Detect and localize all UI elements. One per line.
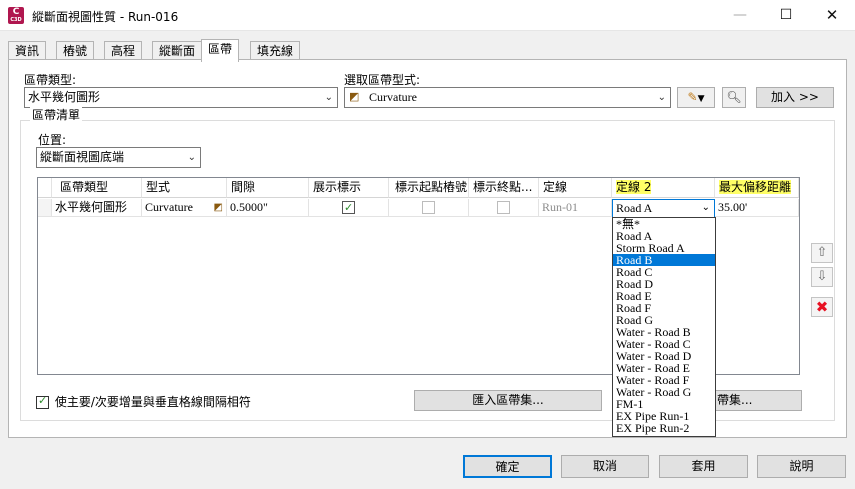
grid-corner xyxy=(38,178,52,198)
alignment-2-select[interactable]: Road A ⌄ xyxy=(612,199,715,218)
window-title: 縱斷面視圖性質 - Run-016 xyxy=(32,10,179,24)
cancel-button[interactable]: 取消 xyxy=(561,455,649,478)
header-alignment[interactable]: 定線 xyxy=(539,178,612,198)
brush-edit-icon: ✎ xyxy=(687,90,698,104)
ok-button[interactable]: 確定 xyxy=(463,455,552,478)
header-label-start[interactable]: 標示起點樁號 xyxy=(389,178,469,198)
tab-elevation[interactable]: 高程 xyxy=(104,41,143,61)
delete-band-button[interactable]: ✖ xyxy=(811,297,833,317)
help-button[interactable]: 說明 xyxy=(757,455,846,478)
header-alignment-2[interactable]: 定線 2 xyxy=(612,178,715,198)
add-band-button[interactable]: 加入 >> xyxy=(756,87,834,108)
move-up-button[interactable]: ⇧ xyxy=(811,243,833,263)
row-selector[interactable] xyxy=(38,199,52,217)
move-down-button[interactable]: ⇩ xyxy=(811,267,833,287)
header-gap[interactable]: 間隙 xyxy=(227,178,309,198)
tab-info[interactable]: 資訊 xyxy=(8,41,47,61)
header-show-labels[interactable]: 展示標示 xyxy=(309,178,389,198)
show-labels-checkbox[interactable] xyxy=(342,199,355,216)
match-increments-label: 使主要/次要增量與垂直格線間隔相符 xyxy=(54,395,251,409)
cell-label-start xyxy=(389,199,469,217)
apply-button[interactable]: 套用 xyxy=(659,455,748,478)
cell-gap[interactable]: 0.5000" xyxy=(227,199,309,217)
band-style-label: 選取區帶型式: xyxy=(344,73,421,87)
minimize-icon[interactable]: — xyxy=(717,0,763,31)
location-select[interactable]: 縱斷面視圖底端 ⌄ xyxy=(36,147,201,168)
label-start-checkbox xyxy=(422,201,435,214)
chevron-down-icon: ⌄ xyxy=(187,152,196,163)
header-band-type[interactable]: 區帶類型 xyxy=(52,178,142,198)
header-max-offset[interactable]: 最大偏移距離 xyxy=(715,178,799,198)
dropdown-option[interactable]: EX Pipe Run-2 xyxy=(613,422,715,434)
band-type-select[interactable]: 水平幾何圖形 ⌄ xyxy=(24,87,338,108)
curvature-style-icon: ◩ xyxy=(349,91,360,103)
curvature-style-icon: ◩ xyxy=(213,202,223,213)
match-increments-option[interactable]: 使主要/次要增量與垂直格線間隔相符 xyxy=(36,393,251,410)
header-style[interactable]: 型式 xyxy=(142,178,227,198)
chevron-down-icon: ⌄ xyxy=(701,202,710,213)
match-increments-checkbox[interactable] xyxy=(36,394,49,409)
edit-style-dropdown-button[interactable]: ✎▼ xyxy=(677,87,715,108)
alignment-2-dropdown-list[interactable]: *無* Road A Storm Road A Road B Road C Ro… xyxy=(612,217,716,437)
chevron-down-icon: ⌄ xyxy=(324,92,333,103)
cell-show-labels[interactable] xyxy=(309,199,389,217)
tab-bands[interactable]: 區帶 xyxy=(201,39,240,62)
chevron-down-icon: ⌄ xyxy=(657,92,666,103)
delete-x-icon: ✖ xyxy=(815,298,829,316)
arrow-up-icon: ⇧ xyxy=(816,245,828,260)
import-band-set-button[interactable]: 匯入區帶集... xyxy=(414,390,602,411)
band-list-title: 區帶清單 xyxy=(30,106,83,123)
cell-alignment: Run-01 xyxy=(539,199,612,217)
cell-max-offset[interactable]: 35.00' xyxy=(715,199,799,217)
cell-style[interactable]: Curvature ◩ xyxy=(142,199,227,217)
title-bar: C C3D 縱斷面視圖性質 - Run-016 — ☐ ✕ xyxy=(0,0,855,31)
band-type-label: 區帶類型: xyxy=(24,73,77,87)
tab-profile[interactable]: 縱斷面 xyxy=(152,41,203,61)
header-label-end[interactable]: 標示終點... xyxy=(469,178,539,198)
location-label: 位置: xyxy=(38,133,67,147)
arrow-down-icon: ⇩ xyxy=(816,269,828,284)
pick-style-button[interactable]: 🔍︎ xyxy=(722,87,746,108)
close-icon[interactable]: ✕ xyxy=(809,0,855,31)
band-style-select[interactable]: ◩ Curvature ⌄ xyxy=(344,87,671,108)
tab-hatch[interactable]: 填充線 xyxy=(250,41,301,61)
cell-label-end xyxy=(469,199,539,217)
cell-band-type[interactable]: 水平幾何圖形 xyxy=(52,199,142,217)
label-end-checkbox xyxy=(497,201,510,214)
civil3d-app-icon: C C3D xyxy=(8,7,24,24)
chevron-down-icon: ▼ xyxy=(697,94,705,104)
maximize-icon[interactable]: ☐ xyxy=(763,0,809,31)
magnifier-icon: 🔍︎ xyxy=(726,90,742,104)
tab-station[interactable]: 樁號 xyxy=(56,41,95,61)
